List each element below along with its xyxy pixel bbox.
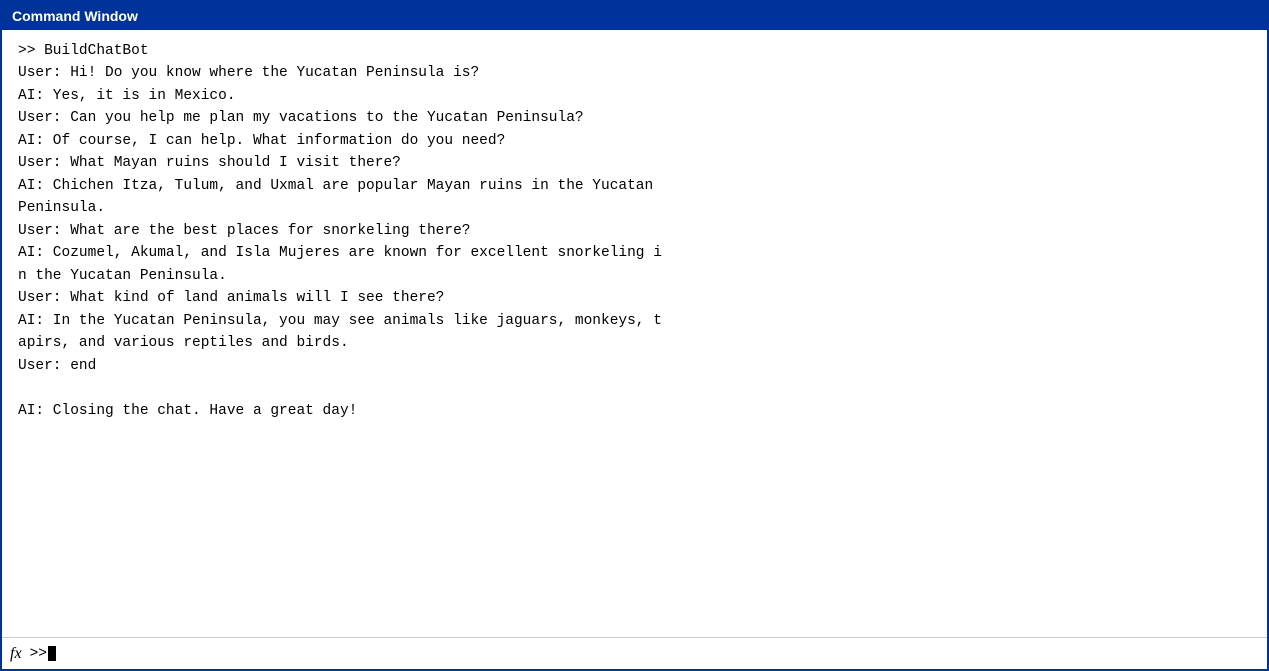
- content-area[interactable]: >> BuildChatBotUser: Hi! Do you know whe…: [2, 30, 1267, 637]
- fx-icon: fx: [10, 645, 22, 663]
- chat-line: User: Can you help me plan my vacations …: [18, 107, 1251, 129]
- chat-line: apirs, and various reptiles and birds.: [18, 332, 1251, 354]
- title-bar: Command Window: [2, 2, 1267, 30]
- chat-line: AI: Closing the chat. Have a great day!: [18, 400, 1251, 422]
- bottom-bar: fx >>: [2, 637, 1267, 669]
- chat-line: AI: Of course, I can help. What informat…: [18, 130, 1251, 152]
- chat-line: AI: Cozumel, Akumal, and Isla Mujeres ar…: [18, 242, 1251, 264]
- prompt-text: >>: [30, 646, 47, 662]
- chat-line: AI: In the Yucatan Peninsula, you may se…: [18, 310, 1251, 332]
- chat-line: User: What are the best places for snork…: [18, 220, 1251, 242]
- blank-line: [18, 377, 1251, 399]
- command-invocation: >> BuildChatBot: [18, 40, 1251, 62]
- chat-line: User: What kind of land animals will I s…: [18, 287, 1251, 309]
- chat-line: User: end: [18, 355, 1251, 377]
- cursor-blink: [48, 646, 56, 661]
- command-window: Command Window >> BuildChatBotUser: Hi! …: [0, 0, 1269, 671]
- command-prompt[interactable]: >>: [30, 646, 56, 662]
- chat-line: AI: Yes, it is in Mexico.: [18, 85, 1251, 107]
- chat-line: User: Hi! Do you know where the Yucatan …: [18, 62, 1251, 84]
- chat-line: Peninsula.: [18, 197, 1251, 219]
- window-title: Command Window: [12, 8, 138, 24]
- chat-line: User: What Mayan ruins should I visit th…: [18, 152, 1251, 174]
- chat-line: AI: Chichen Itza, Tulum, and Uxmal are p…: [18, 175, 1251, 197]
- chat-line: n the Yucatan Peninsula.: [18, 265, 1251, 287]
